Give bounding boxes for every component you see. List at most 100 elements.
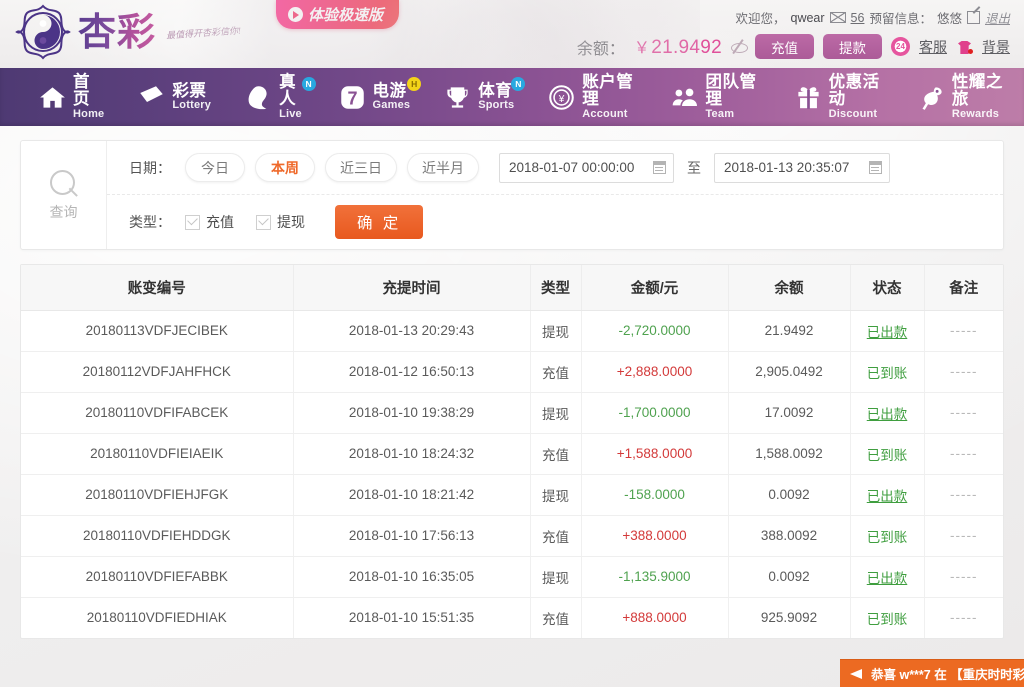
mail-count[interactable]: 56 bbox=[851, 11, 865, 25]
date-range-separator: 至 bbox=[687, 159, 701, 176]
site-logo[interactable]: 杏彩 最值得开杏彩信你! bbox=[14, 3, 241, 61]
support-24h-icon[interactable]: 24 bbox=[891, 37, 910, 56]
nav-item-discount[interactable]: 优惠活动 Discount bbox=[778, 68, 901, 126]
cell-amount-value: -158.0000 bbox=[624, 487, 685, 502]
nav-item-live[interactable]: 真人 Live N bbox=[228, 68, 321, 126]
nav-en-rewards: Rewards bbox=[951, 107, 1000, 120]
table-row: 20180110VDFIFABCEK 2018-01-10 19:38:29 提现 -… bbox=[21, 392, 1003, 434]
cell-time: 2018-01-13 20:29:43 bbox=[293, 310, 531, 352]
announcement-marquee[interactable]: 恭喜 w***7 在 【重庆时时彩 bbox=[840, 659, 1024, 687]
eye-hide-icon[interactable] bbox=[731, 39, 748, 54]
cell-remark: ----- bbox=[924, 351, 1003, 393]
table-header-row: 账变编号 充提时间 类型 金额/元 余额 状态 备注 bbox=[21, 265, 1003, 311]
search-label: 查询 bbox=[49, 203, 78, 220]
search-icon bbox=[49, 169, 79, 199]
nav-item-account[interactable]: ¥ 账户管理 Account bbox=[531, 68, 654, 126]
quick-range-this-week[interactable]: 本周 bbox=[255, 153, 315, 182]
cell-amount-value: +388.0000 bbox=[622, 528, 687, 543]
filter-panel: 查询 日期： 今日 本周 近三日 近半月 2018-01-07 00:00:00… bbox=[20, 140, 1004, 250]
cell-status-value[interactable]: 已出款 bbox=[867, 571, 908, 586]
nav-item-rewards[interactable]: 性耀之旅 Rewards bbox=[901, 68, 1024, 126]
cell-status-value: 已到账 bbox=[866, 365, 908, 381]
cell-status: 已到账 bbox=[850, 515, 925, 557]
marquee-text: 恭喜 w***7 在 【重庆时时彩 bbox=[871, 668, 1024, 682]
cell-remark: ----- bbox=[924, 392, 1003, 434]
logout-link[interactable]: 退出 bbox=[985, 8, 1010, 27]
gift-icon bbox=[795, 84, 822, 111]
logo-slogan: 最值得开杏彩信你! bbox=[165, 24, 242, 41]
cell-amount: +388.0000 bbox=[581, 515, 729, 557]
username: qwear bbox=[790, 10, 825, 25]
cell-status[interactable]: 已出款 bbox=[850, 392, 925, 434]
cell-remark-value: ----- bbox=[950, 569, 978, 584]
badge-hot-games: H bbox=[407, 77, 422, 91]
checkbox-box-deposit[interactable] bbox=[185, 214, 200, 230]
theme-shirt-icon[interactable] bbox=[956, 39, 973, 54]
nav-item-lottery[interactable]: 彩票 Lottery bbox=[121, 68, 228, 126]
cell-id: 20180110VDFIFABCEK bbox=[21, 392, 294, 434]
cell-amount: +2,888.0000 bbox=[581, 351, 729, 393]
cell-amount-value: -1,700.0000 bbox=[618, 405, 691, 420]
nav-item-sports[interactable]: 体育 Sports N bbox=[427, 68, 531, 126]
checkbox-label-withdraw: 提现 bbox=[277, 214, 305, 230]
quick-range-today[interactable]: 今日 bbox=[185, 153, 245, 182]
cell-balance: 388.0092 bbox=[728, 515, 851, 557]
cell-status-value[interactable]: 已出款 bbox=[867, 407, 908, 422]
promo-speed-version-button[interactable]: 体验极速版 bbox=[276, 0, 400, 29]
cell-type: 充值 bbox=[530, 515, 582, 557]
col-header-remark: 备注 bbox=[924, 265, 1003, 311]
quick-range-half-month[interactable]: 近半月 bbox=[407, 153, 479, 182]
cell-remark-value: ----- bbox=[950, 446, 978, 461]
mail-icon[interactable] bbox=[829, 12, 846, 23]
withdraw-button[interactable]: 提款 bbox=[823, 34, 882, 59]
play-icon bbox=[288, 7, 303, 22]
nav-item-games[interactable]: 7 电游 Games H bbox=[322, 68, 428, 126]
quick-range-three-days[interactable]: 近三日 bbox=[325, 153, 397, 182]
cell-status-value[interactable]: 已出款 bbox=[867, 489, 908, 504]
nav-cn-sports: 体育 bbox=[478, 81, 513, 100]
nav-en-games: Games bbox=[372, 98, 411, 111]
cell-type: 提现 bbox=[530, 474, 582, 516]
nav-item-team[interactable]: 团队管理 Team bbox=[654, 68, 777, 126]
cell-balance: 0.0092 bbox=[728, 474, 851, 516]
col-header-status: 状态 bbox=[850, 265, 925, 311]
seven-icon: 7 bbox=[339, 84, 366, 111]
nav-label-discount: 优惠活动 Discount bbox=[829, 73, 884, 120]
cell-amount: -2,720.0000 bbox=[581, 310, 729, 352]
date-to-input[interactable]: 2018-01-13 20:35:07 bbox=[714, 152, 890, 183]
trophy-icon bbox=[444, 84, 471, 111]
date-label: 日期： bbox=[129, 159, 171, 176]
cell-status: 已到账 bbox=[850, 597, 925, 638]
svg-text:¥: ¥ bbox=[558, 94, 565, 105]
cell-status[interactable]: 已出款 bbox=[850, 474, 925, 516]
checkbox-withdraw[interactable]: 提现 bbox=[256, 212, 305, 232]
home-icon bbox=[39, 84, 66, 111]
checkbox-deposit[interactable]: 充值 bbox=[185, 212, 234, 232]
cell-remark: ----- bbox=[924, 515, 1003, 557]
cell-status[interactable]: 已出款 bbox=[850, 556, 925, 598]
cell-remark-value: ----- bbox=[950, 364, 978, 379]
date-from-input[interactable]: 2018-01-07 00:00:00 bbox=[499, 152, 674, 183]
cell-amount: -158.0000 bbox=[581, 474, 729, 516]
nav-en-lottery: Lottery bbox=[172, 98, 212, 111]
confirm-button[interactable]: 确 定 bbox=[335, 205, 424, 239]
cell-status[interactable]: 已出款 bbox=[850, 310, 925, 352]
nav-cn-home: 首页 bbox=[73, 72, 90, 109]
customer-service-link[interactable]: 客服 bbox=[919, 37, 947, 57]
cell-type: 充值 bbox=[530, 597, 582, 638]
cell-status-value[interactable]: 已出款 bbox=[867, 325, 908, 340]
nav-label-team: 团队管理 Team bbox=[705, 73, 760, 120]
table-row: 20180110VDFIEHJFGK 2018-01-10 18:21:42 提现 -… bbox=[21, 474, 1003, 516]
date-to-value: 2018-01-13 20:35:07 bbox=[724, 160, 850, 175]
nav-label-home: 首页 Home bbox=[73, 72, 104, 120]
live-icon bbox=[245, 84, 272, 111]
user-info-bar: 欢迎您， qwear 56 预留信息： 悠悠 退出 bbox=[735, 8, 1010, 27]
filter-search-label-area: 查询 bbox=[21, 141, 107, 249]
nav-item-home[interactable]: 首页 Home bbox=[22, 68, 121, 126]
nav-cn-games: 电游 bbox=[372, 81, 407, 100]
background-link[interactable]: 背景 bbox=[982, 37, 1010, 57]
checkbox-box-withdraw[interactable] bbox=[256, 214, 271, 230]
edit-icon[interactable] bbox=[966, 11, 980, 24]
deposit-button[interactable]: 充值 bbox=[755, 34, 814, 59]
filter-row-date: 日期： 今日 本周 近三日 近半月 2018-01-07 00:00:00 至 … bbox=[107, 141, 1003, 195]
